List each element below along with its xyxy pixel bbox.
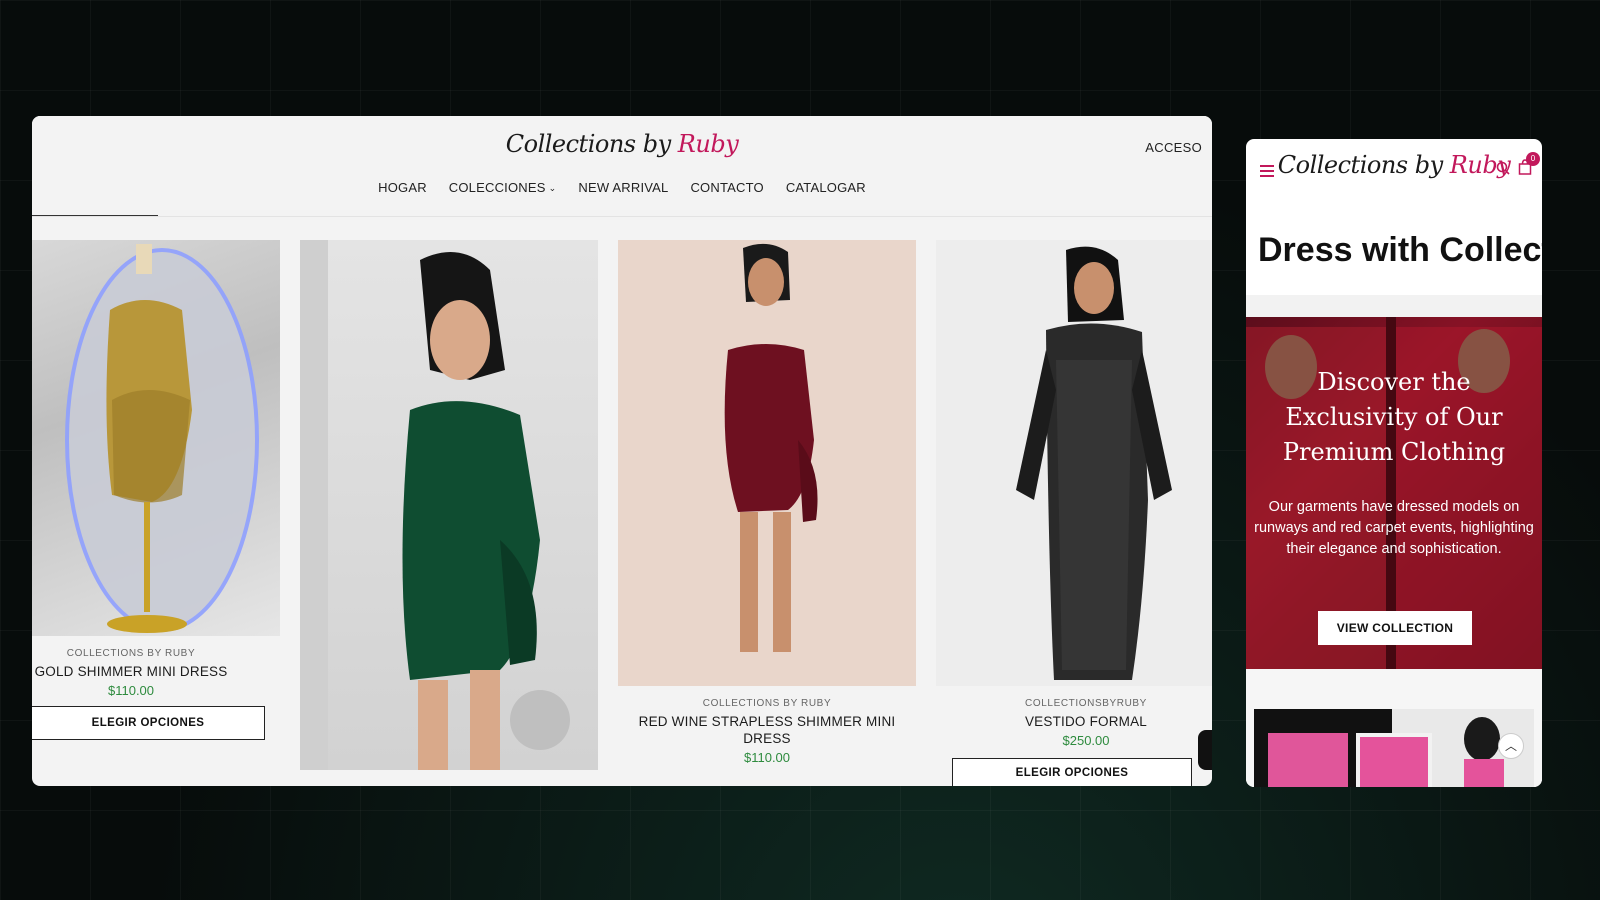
green-dress-image[interactable] [300,240,598,770]
site-logo[interactable]: Collections by Ruby [32,130,1212,158]
header-divider [32,216,1212,217]
gold-dress-image[interactable] [32,240,280,636]
desktop-header: Collections by Ruby ACCESO HOGAR COLECCI… [32,116,1212,217]
nav-new-arrival[interactable]: NEW ARRIVAL [578,180,668,195]
black-gown-illustration [1016,246,1172,680]
nav-home[interactable]: HOGAR [378,180,427,195]
hero-title: Discover the Exclusivity of Our Premium … [1282,368,1506,466]
view-collection-button[interactable]: VIEW COLLECTION [1318,611,1472,645]
product-meta: COLLECTIONSBYRUBY VESTIDO FORMAL $250.00 [1024,698,1148,748]
choose-options-button[interactable]: ELEGIR OPCIONES [952,758,1192,786]
thumbnail-images [1268,709,1534,787]
section-spacer [1246,295,1542,317]
nav-catalog[interactable]: CATALOGAR [786,180,866,195]
red-dress-illustration [724,243,818,652]
scroll-to-top-button[interactable]: ︿ [1498,733,1524,759]
chat-widget-tab[interactable] [1198,730,1212,770]
main-nav: HOGAR COLECCIONES ⌄ NEW ARRIVAL CONTACTO … [32,180,1212,195]
choose-options-button[interactable]: ELEGIR OPCIONES [32,706,265,740]
nav-collections[interactable]: COLECCIONES ⌄ [449,180,557,195]
cart-count-badge: 0 [1526,152,1540,166]
mobile-header: Collections by Ruby 0 [1246,139,1542,197]
mobile-products-preview [1246,669,1542,787]
chevron-down-icon: ⌄ [548,183,557,193]
red-dress-image[interactable] [618,240,916,686]
mobile-headline: Dress with Collect [1258,231,1542,269]
black-gown-image[interactable] [936,240,1212,686]
product-meta: COLLECTIONS BY RUBY RED WINE STRAPLESS S… [638,698,896,765]
nav-contact[interactable]: CONTACTO [690,180,763,195]
desktop-window: Collections by Ruby ACCESO HOGAR COLECCI… [32,116,1212,786]
mobile-window: Collections by Ruby 0 Dress with Collect… [1246,139,1542,787]
green-dress-illustration [300,240,570,770]
gold-dress-illustration [65,244,259,633]
product-thumbnails[interactable] [1254,709,1534,787]
hero-description: Our garments have dressed models on runw… [1254,499,1534,557]
login-link[interactable]: ACCESO [1145,140,1202,155]
hero-banner: Discover the Exclusivity of Our Premium … [1246,317,1542,669]
search-icon[interactable] [1496,161,1510,175]
product-meta: COLLECTIONS BY RUBY GOLD SHIMMER MINI DR… [34,648,228,698]
